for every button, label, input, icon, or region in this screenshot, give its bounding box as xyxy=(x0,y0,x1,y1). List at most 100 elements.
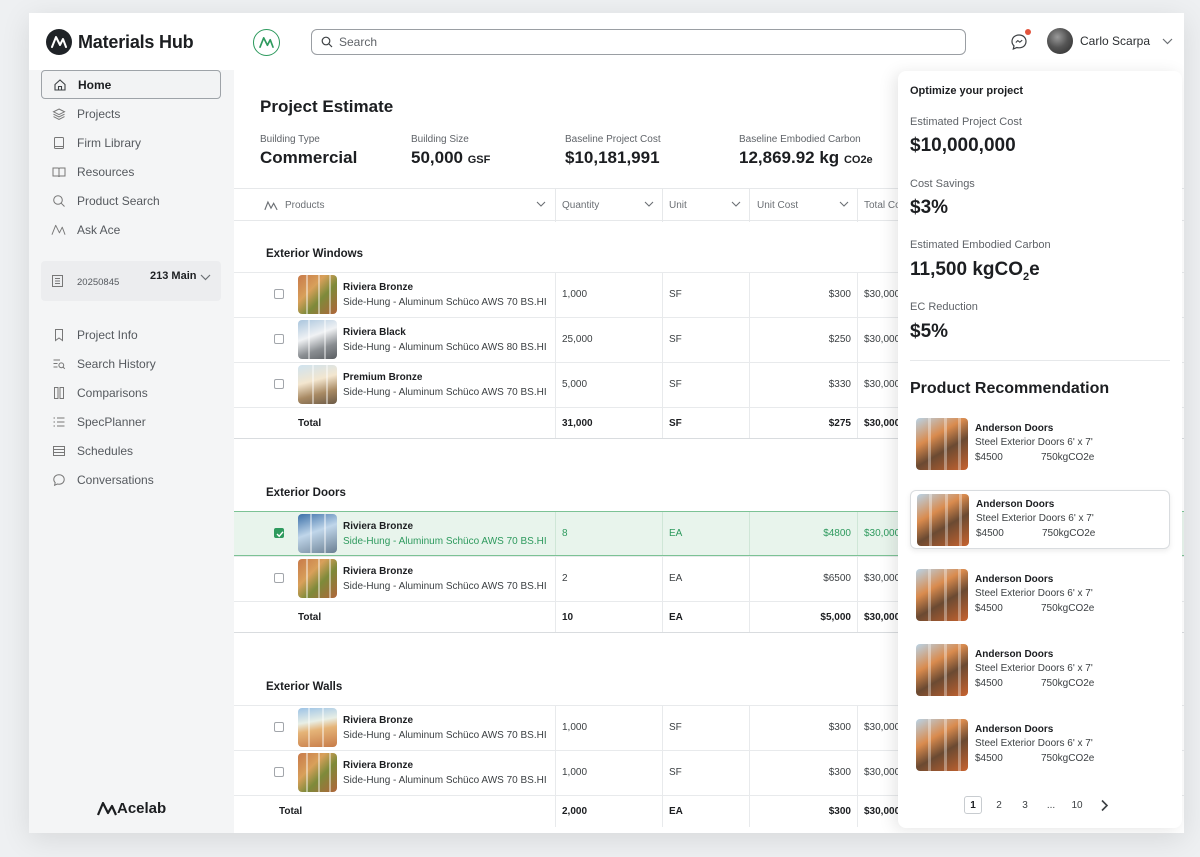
product-description: Side-Hung - Aluminum Schüco AWS 70 BS.HI xyxy=(343,775,547,786)
bookmark-icon xyxy=(51,327,66,342)
ace-icon xyxy=(264,200,278,211)
section-title: Exterior Windows xyxy=(266,248,364,260)
app-window: Materials Hub Carlo Scarpa Home Projects xyxy=(29,13,1184,833)
sidebar-item-specplanner[interactable]: SpecPlanner xyxy=(41,407,221,436)
sidebar-item-home[interactable]: Home xyxy=(41,70,221,99)
recommendation-card[interactable]: Anderson Doors Steel Exterior Doors 6' x… xyxy=(910,641,1170,700)
sidebar-item-label: Comparisons xyxy=(77,385,148,400)
product-thumbnail xyxy=(916,418,968,470)
product-description: Side-Hung - Aluminum Schüco AWS 70 BS.HI xyxy=(343,581,547,592)
total-unit-cost: $5,000 xyxy=(820,612,851,623)
page-button[interactable]: 10 xyxy=(1068,796,1086,814)
sidebar-item-label: Product Search xyxy=(77,193,160,208)
metric-value: $3% xyxy=(910,197,949,218)
chevron-down-icon xyxy=(644,201,654,207)
ace-icon xyxy=(51,222,66,237)
page-button[interactable]: 1 xyxy=(964,796,982,814)
row-checkbox[interactable] xyxy=(274,334,284,344)
total-label: Total xyxy=(298,418,322,429)
product-description: Side-Hung - Aluminum Schüco AWS 70 BS.HI xyxy=(343,730,547,741)
book-icon xyxy=(51,135,66,150)
sidebar-item-schedules[interactable]: Schedules xyxy=(41,436,221,465)
stat-unit: GSF xyxy=(467,154,491,166)
sidebar-item-resources[interactable]: Resources xyxy=(41,157,221,186)
column-header-unit-cost[interactable]: Unit Cost xyxy=(757,189,857,222)
cell-quantity: 1,000 xyxy=(562,767,588,778)
row-checkbox[interactable] xyxy=(274,767,284,777)
total-label: Total xyxy=(279,806,303,817)
ai-assistant-button[interactable] xyxy=(253,29,280,56)
rec-description: Steel Exterior Doors 6' x 7' xyxy=(975,588,1093,599)
rec-name: Anderson Doors xyxy=(975,724,1054,735)
total-quantity: 2,000 xyxy=(562,806,588,817)
sidebar-item-firm-library[interactable]: Firm Library xyxy=(41,128,221,157)
recommendation-card[interactable]: Anderson Doors Steel Exterior Doors 6' x… xyxy=(910,566,1170,625)
table-icon xyxy=(51,443,66,458)
columns-icon xyxy=(51,385,66,400)
search-input[interactable] xyxy=(339,35,939,49)
sidebar-item-comparisons[interactable]: Comparisons xyxy=(41,378,221,407)
page-button[interactable]: 3 xyxy=(1016,796,1034,814)
column-header-products[interactable]: Products xyxy=(264,189,554,222)
sidebar-item-projects[interactable]: Projects xyxy=(41,99,221,128)
recommendation-card[interactable]: Anderson Doors Steel Exterior Doors 6' x… xyxy=(910,716,1170,775)
chevron-down-icon xyxy=(839,201,849,207)
cell-total-cost: $30,000 xyxy=(864,289,901,300)
row-checkbox[interactable] xyxy=(274,379,284,389)
app-name: Materials Hub xyxy=(78,31,194,52)
cell-unit: SF xyxy=(669,289,682,300)
metric-label: EC Reduction xyxy=(910,301,978,313)
sidebar-item-label: Ask Ace xyxy=(77,222,121,237)
check-icon xyxy=(276,531,284,538)
avatar xyxy=(1047,28,1073,54)
row-checkbox[interactable] xyxy=(274,722,284,732)
product-name: Riviera Bronze xyxy=(343,715,414,726)
app-logo[interactable]: Materials Hub xyxy=(46,29,194,55)
row-checkbox-checked[interactable] xyxy=(274,528,284,538)
product-thumbnail xyxy=(917,494,969,546)
sidebar-item-label: Resources xyxy=(77,164,135,179)
page-button[interactable]: 2 xyxy=(990,796,1008,814)
stat-label: Building Size xyxy=(411,134,469,145)
search-bar[interactable] xyxy=(311,29,966,55)
product-thumbnail xyxy=(298,708,337,747)
sidebar-item-project-info[interactable]: Project Info xyxy=(41,320,221,349)
messages-button[interactable] xyxy=(1009,29,1031,52)
product-thumbnail xyxy=(298,559,337,598)
sidebar: Home Projects Firm Library Resources Pro… xyxy=(29,70,234,833)
chevron-down-icon xyxy=(731,201,741,207)
rec-carbon: 750kgCO2e xyxy=(1041,603,1095,614)
cell-unit: SF xyxy=(669,722,682,733)
cell-total-cost: $30,000 xyxy=(864,379,901,390)
cell-unit: EA xyxy=(669,528,683,539)
row-checkbox[interactable] xyxy=(274,573,284,583)
user-menu[interactable]: Carlo Scarpa xyxy=(1047,28,1173,54)
row-checkbox[interactable] xyxy=(274,289,284,299)
rec-price: $4500 xyxy=(975,603,1003,614)
cell-unit-cost: $300 xyxy=(828,722,851,733)
sidebar-item-search-history[interactable]: Search History xyxy=(41,349,221,378)
page-title: Project Estimate xyxy=(260,97,394,116)
rec-price: $4500 xyxy=(975,753,1003,764)
chevron-down-icon xyxy=(200,274,211,281)
stat-value: 12,869.92 kg CO2e xyxy=(739,148,873,167)
panel-heading: Optimize your project xyxy=(910,85,1024,97)
chevron-right-icon[interactable] xyxy=(1100,799,1109,812)
page-ellipsis: ... xyxy=(1046,799,1056,811)
list-icon xyxy=(51,414,66,429)
sidebar-item-conversations[interactable]: Conversations xyxy=(41,465,221,494)
rec-name: Anderson Doors xyxy=(975,423,1054,434)
sidebar-item-ask-ace[interactable]: Ask Ace xyxy=(41,215,221,244)
recommendation-card[interactable]: Anderson Doors Steel Exterior Doors 6' x… xyxy=(910,490,1170,549)
sidebar-item-product-search[interactable]: Product Search xyxy=(41,186,221,215)
product-description: Side-Hung - Aluminum Schüco AWS 80 BS.HI xyxy=(343,342,547,353)
total-cost: $30,000 xyxy=(864,418,901,429)
ace-ai-icon xyxy=(259,37,274,48)
recommendation-card[interactable]: Anderson Doors Steel Exterior Doors 6' x… xyxy=(910,415,1170,474)
column-header-quantity[interactable]: Quantity xyxy=(562,189,662,222)
project-selector[interactable]: 213 Main 20250845 xyxy=(41,261,221,301)
column-header-unit[interactable]: Unit xyxy=(669,189,749,222)
total-label: Total xyxy=(298,612,322,623)
rec-description: Steel Exterior Doors 6' x 7' xyxy=(975,738,1093,749)
total-unit: EA xyxy=(669,612,683,623)
